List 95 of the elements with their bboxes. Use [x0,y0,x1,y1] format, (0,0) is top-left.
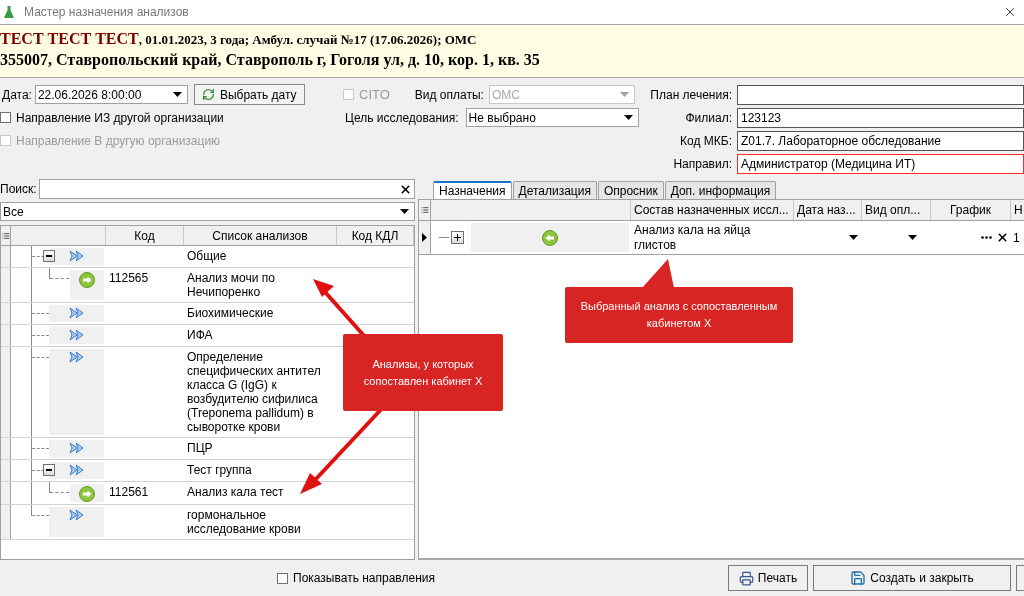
search-field[interactable] [38,179,415,199]
annotation-callout: Анализы, у которых сопоставлен кабинет Х [343,334,503,411]
pick-date-button[interactable]: Выбрать дату [193,84,305,105]
close-icon[interactable] [1003,5,1017,19]
analysis-code: 112561 [109,485,149,499]
dropdown-arrow-icon [623,115,633,120]
dropdown-arrow-icon [849,235,858,240]
double-chevron-icon [68,442,85,454]
from-org-checkbox[interactable]: Направление ИЗ другой организации [0,108,224,127]
tree-line [439,237,449,238]
print-button[interactable]: Печать [728,565,808,591]
analysis-code: 112565 [109,271,149,285]
window-title: Мастер назначения анализов [24,4,189,21]
close-icon[interactable] [996,231,1009,244]
double-chevron-icon [68,351,85,363]
checkbox[interactable] [0,112,11,123]
expand-toggle[interactable] [451,231,464,244]
dropdown-arrow-icon [172,92,182,97]
create-and-close-button[interactable]: Создать и закрыть [813,565,1011,591]
icon-cell[interactable] [70,270,104,300]
dropdown-arrow-icon [908,235,917,240]
purpose-select[interactable]: Не выбрано [465,108,639,127]
analysis-name: гормональное исследование крови [187,508,301,536]
double-chevron-icon [68,509,85,521]
flask-icon [4,6,14,18]
analysis-name: Тест группа [187,463,252,477]
filter-select[interactable]: Все [0,202,415,221]
tab[interactable]: Назначения [433,181,512,199]
field-label: Направил: [672,155,733,173]
search-label: Поиск: [0,181,37,198]
icon-cell[interactable] [49,507,104,537]
patient-summary: ТЕСТ ТЕСТ ТЕСТ, 01.01.2023, 3 года; Амбул. случай №17 (17.06.2026); ОМС [0,28,478,49]
row-header[interactable] [419,221,431,254]
clear-icon[interactable] [399,182,412,196]
checkbox[interactable] [277,572,288,584]
field-label: Филиал: [684,109,733,127]
analysis-name: Биохимические [187,306,274,320]
collapse-toggle[interactable] [43,250,55,262]
show-directions-checkbox[interactable]: Показывать направления [277,569,435,587]
dropdown-arrow-icon [619,92,629,97]
column-header[interactable]: Код КДЛ [337,226,414,245]
more-icon[interactable] [981,236,992,239]
column-header[interactable]: Вид опл... [862,200,931,220]
arrow-left-circle-icon [542,229,558,246]
text-field[interactable]: Z01.7. Лабораторное обследование [737,130,1024,151]
arrow-right-circle-icon [79,486,95,502]
analysis-name: Анализ кала тест [187,485,284,499]
column-chooser-icon[interactable] [420,206,429,214]
icon-cell[interactable] [49,349,104,435]
column-header[interactable]: Н [1011,200,1024,220]
column-header[interactable]: Состав назначенных иссл... [631,200,794,220]
column-header[interactable]: Список анализов [184,226,337,245]
analysis-name: Определение специфических антител класса G (IgG) к возбудителю сифилиса (Treponema pallidum) в сыворотке крови [187,350,321,434]
printer-icon [738,570,754,586]
field-label: Код МКБ: [679,132,733,150]
icon-cell[interactable] [49,462,104,479]
arrow-right-circle-icon [79,272,95,288]
double-chevron-icon [68,307,85,319]
field-label: План лечения: [649,86,733,104]
dropdown-arrow-icon [400,209,409,214]
callout-pointer [642,259,674,288]
column-header[interactable]: Код [106,226,184,245]
collapse-toggle[interactable] [43,464,55,476]
double-chevron-icon [68,329,85,341]
analysis-name: ИФА [187,328,213,342]
column-header[interactable]: График [931,200,1011,220]
column-chooser-icon[interactable] [1,231,10,240]
tab[interactable]: Детализация [512,181,597,199]
analysis-name: Анализ кала на яйца глистов [634,223,751,252]
analysis-name: ПЦР [187,441,213,455]
text-field[interactable] [737,84,1024,105]
field-label: Дата: [2,86,32,104]
cut-off-button[interactable] [1016,565,1024,591]
icon-cell[interactable] [49,305,104,322]
field-label: Цель исследования: [345,109,459,127]
save-icon [850,570,867,586]
text-field[interactable]: 123123 [737,107,1024,128]
tab[interactable]: Доп. информация [664,181,777,199]
icon-cell[interactable] [471,223,629,252]
tab[interactable]: Опросник [597,181,664,199]
analysis-name: Анализ мочи по Нечипоренко [187,271,275,299]
icon-cell[interactable] [49,327,104,344]
icon-cell[interactable] [49,440,104,457]
column-header[interactable]: Дата наз... [794,200,862,220]
icon-cell[interactable] [49,248,104,265]
double-chevron-icon [68,250,85,262]
text-field[interactable]: Администратор (Медицина ИТ) [737,153,1024,174]
refresh-icon [201,88,215,101]
icon-cell[interactable] [70,484,104,502]
analysis-name: Общие [187,249,227,263]
table-cell-text: 1 [1013,229,1020,247]
double-chevron-icon [68,464,85,476]
date-select[interactable]: 22.06.2026 8:00:00 [34,85,188,104]
patient-address: 355007, Ставропольский край, Ставрополь г, Гоголя ул, д. 10, кор. 1, кв. 35 [0,49,541,70]
field-label: Вид оплаты: [414,86,484,104]
